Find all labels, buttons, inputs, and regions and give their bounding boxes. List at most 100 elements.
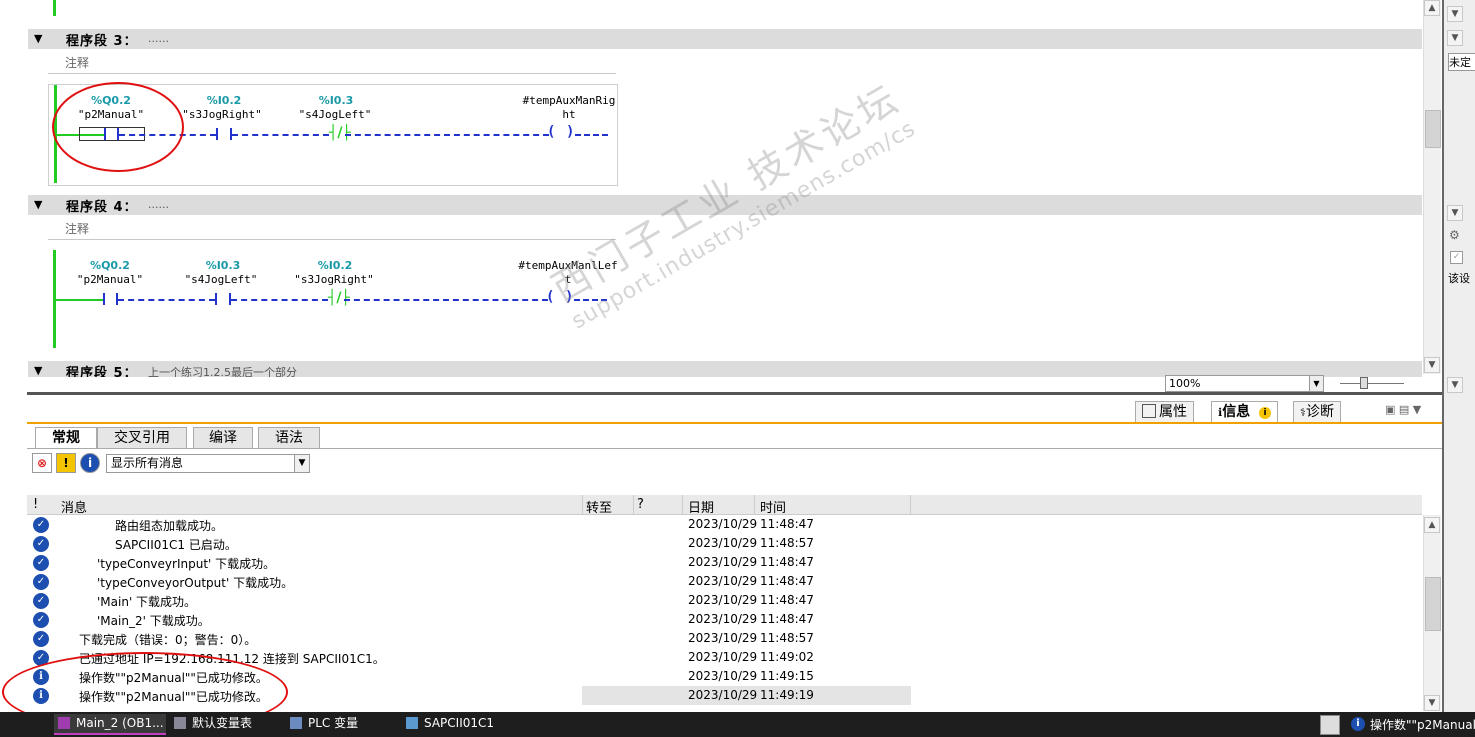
coil-operand[interactable]: #tempAuxManlLef (503, 259, 633, 272)
warning-filter-icon[interactable]: ! (56, 453, 76, 473)
tab-syntax[interactable]: 语法 (258, 427, 320, 449)
contact-address: %I0.3 (318, 94, 354, 107)
chevron-down-icon[interactable]: ▼ (1309, 376, 1323, 391)
tab-general[interactable]: 常规 (35, 427, 97, 448)
scroll-down-icon[interactable]: ▼ (1424, 695, 1440, 711)
network-title: 程序段 4： (66, 200, 138, 215)
slider-handle[interactable] (1360, 377, 1368, 389)
zoom-slider[interactable] (1340, 376, 1404, 389)
network-comment-hint: ...... (148, 198, 169, 211)
network-view-icon[interactable] (1320, 715, 1340, 735)
chevron-down-icon[interactable]: ▼ (1447, 205, 1463, 221)
message-date: 2023/10/29 (688, 631, 758, 645)
success-check-icon: ✓ (33, 631, 49, 647)
table-row[interactable]: ✓ 'typeConveyrInput' 下载成功。 2023/10/29 11:48… (27, 553, 1422, 572)
task-default-tag-table[interactable]: 默认变量表 (170, 714, 284, 733)
tab-cross-reference[interactable]: 交叉引用 (97, 427, 187, 449)
col-message[interactable]: 消息 (61, 497, 87, 516)
contact-no-icon[interactable] (216, 128, 218, 140)
message-date: 2023/10/29 (688, 593, 758, 607)
col-time[interactable]: 时间 (760, 497, 786, 516)
success-check-icon: ✓ (33, 574, 49, 590)
message-time: 11:49:15 (760, 669, 814, 683)
tab-properties[interactable]: 属性 (1135, 401, 1194, 423)
panel-field[interactable]: 未定 (1448, 53, 1475, 71)
table-header: ! 消息 转至 ? 日期 时间 (27, 495, 1422, 516)
contact-symbol[interactable]: "p2Manual" (55, 273, 165, 286)
collapse-icon[interactable]: ▼ (34, 364, 42, 377)
message-text: 'typeConveyorOutput' 下载成功。 (97, 576, 294, 590)
col-goto[interactable]: 转至 (586, 497, 612, 516)
message-time: 11:48:47 (760, 574, 814, 588)
block-icon (58, 717, 70, 729)
contact-symbol[interactable]: "s4JogLeft" (280, 108, 390, 121)
message-date: 2023/10/29 (688, 517, 758, 531)
status-message[interactable]: 操作数""p2Manual" (1370, 716, 1475, 733)
table-row[interactable]: ✓ 路由组态加载成功。 2023/10/29 11:48:47 (27, 515, 1422, 534)
coil-icon[interactable]: ( (546, 289, 554, 305)
table-row[interactable]: ✓ 'Main' 下载成功。 2023/10/29 11:48:47 (27, 591, 1422, 610)
editor-taskbar: Main_2 (OB1... 默认变量表 PLC 变量 SAPCII01C1 i… (0, 712, 1475, 737)
checkbox[interactable]: ✓ (1450, 251, 1463, 264)
message-filter-select[interactable]: 显示所有消息 ▼ (106, 454, 310, 473)
table-row[interactable]: ✓ 'typeConveyorOutput' 下载成功。 2023/10/29 11:… (27, 572, 1422, 591)
network-header-4[interactable]: ▼ 程序段 4： ...... (28, 195, 1422, 215)
message-time: 11:48:47 (760, 555, 814, 569)
table-row[interactable]: ✓ SAPCII01C1 已启动。 2023/10/29 11:48:57 (27, 534, 1422, 553)
properties-icon (1142, 404, 1156, 418)
message-text: 'Main_2' 下载成功。 (97, 614, 210, 628)
table-row[interactable]: ✓ 'Main_2' 下载成功。 2023/10/29 11:48:47 (27, 610, 1422, 629)
scroll-thumb[interactable] (1425, 577, 1441, 631)
chevron-down-icon[interactable]: ▼ (1447, 6, 1463, 22)
contact-symbol[interactable]: "s3JogRight" (167, 108, 277, 121)
task-device[interactable]: SAPCII01C1 (402, 714, 516, 733)
warning-icon: i (1259, 407, 1272, 419)
tab-compile[interactable]: 编译 (193, 427, 253, 449)
task-main2[interactable]: Main_2 (OB1... (54, 714, 166, 735)
messages-scrollbar[interactable]: ▲ ▼ (1423, 515, 1441, 711)
network-comment[interactable]: 注释 (48, 219, 616, 240)
scroll-up-icon[interactable]: ▲ (1424, 0, 1440, 16)
energized-wire (55, 299, 103, 301)
collapse-icon[interactable]: ▼ (34, 32, 42, 45)
contact-symbol[interactable]: "s4JogLeft" (166, 273, 276, 286)
scroll-down-icon[interactable]: ▼ (1424, 357, 1440, 373)
network-comment[interactable]: 注释 (48, 53, 616, 74)
col-help[interactable]: ? (637, 497, 644, 512)
contact-address: %I0.2 (317, 259, 353, 272)
message-date: 2023/10/29 (688, 688, 758, 702)
contact-no-icon[interactable] (215, 293, 217, 305)
contact-nc-icon[interactable]: ┤/├ (329, 125, 351, 141)
collapse-icon[interactable]: ▼ (34, 198, 42, 211)
contact-symbol[interactable]: "s3JogRight" (279, 273, 389, 286)
success-check-icon: ✓ (33, 555, 49, 571)
chevron-down-icon[interactable]: ▼ (294, 455, 309, 472)
table-row[interactable]: ✓ 下载完成（错误：0；警告：0）。 2023/10/29 11:48:57 (27, 629, 1422, 648)
tab-info[interactable]: ℹ信息 i (1211, 401, 1279, 424)
info-filter-icon[interactable]: i (80, 453, 100, 473)
contact-address: %I0.2 (206, 94, 242, 107)
chevron-down-icon[interactable]: ▼ (1447, 377, 1463, 393)
message-text: 'typeConveyrInput' 下载成功。 (97, 557, 276, 571)
network-header-3[interactable]: ▼ 程序段 3： ...... (28, 29, 1422, 49)
info-icon: i (1351, 717, 1365, 731)
task-plc-tags[interactable]: PLC 变量 (286, 714, 400, 733)
coil-icon[interactable]: ( (547, 124, 555, 140)
scroll-up-icon[interactable]: ▲ (1424, 517, 1440, 533)
tool-icon[interactable]: ⚙ (1449, 228, 1463, 242)
chevron-down-icon[interactable]: ▼ (1447, 30, 1463, 46)
tab-diagnostics[interactable]: ⚕诊断 (1293, 401, 1341, 423)
coil-operand[interactable]: #tempAuxManRig (504, 94, 634, 107)
editor-scrollbar[interactable]: ▲ ▼ (1423, 0, 1441, 374)
error-filter-icon[interactable]: ⊗ (32, 453, 52, 473)
col-date[interactable]: 日期 (688, 497, 714, 516)
message-date: 2023/10/29 (688, 555, 758, 569)
zoom-select[interactable]: 100% ▼ (1165, 375, 1324, 392)
window-controls-icon[interactable]: ▣ ▤ ▼ (1385, 403, 1421, 416)
contact-no-icon[interactable] (103, 293, 105, 305)
ladder-network-4: %Q0.2 "p2Manual" %I0.3 "s4JogLeft" %I0.2… (48, 250, 618, 350)
power-rail (53, 0, 56, 16)
col-flag[interactable]: ! (33, 497, 38, 512)
contact-nc-icon[interactable]: ┤/├ (328, 290, 350, 306)
scroll-thumb[interactable] (1425, 110, 1441, 148)
